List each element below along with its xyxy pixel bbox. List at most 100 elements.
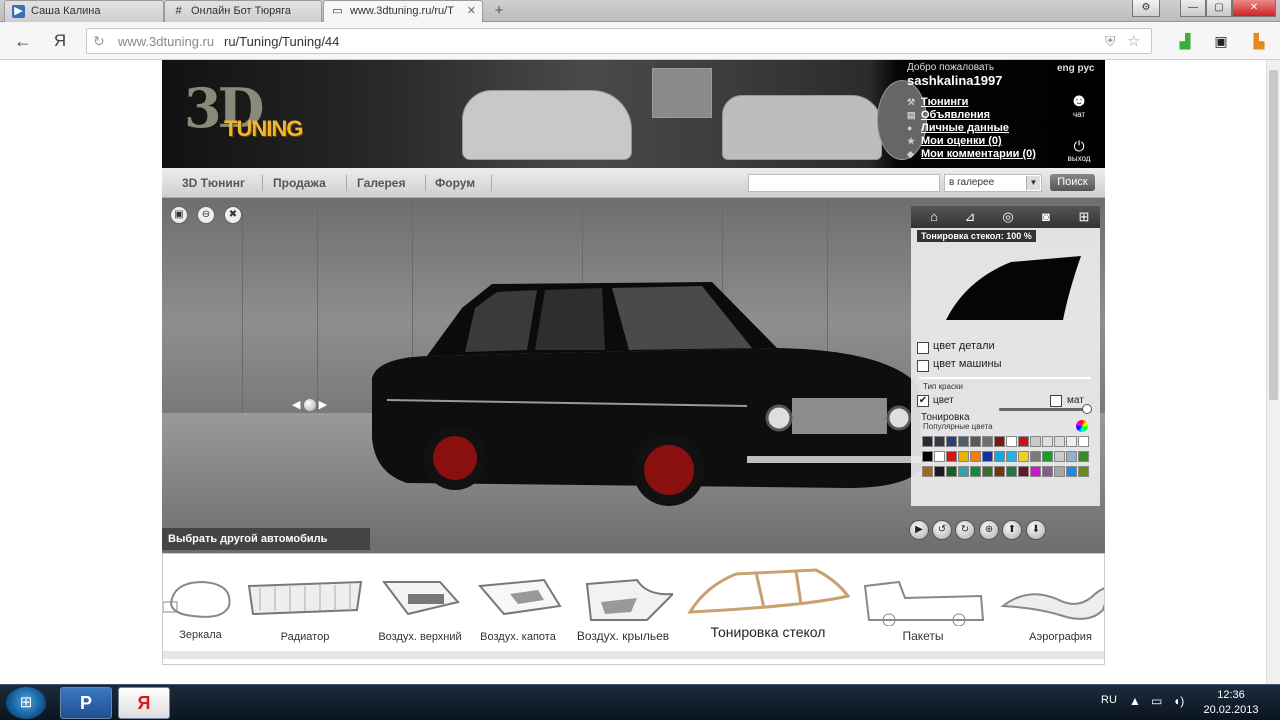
minus-circle-icon[interactable]: ⊖: [197, 206, 215, 224]
arrow-up-icon[interactable]: ▲: [1129, 694, 1141, 708]
user-menu-item-ads[interactable]: ▤ Объявления: [907, 109, 1036, 122]
color-swatch[interactable]: [1078, 451, 1089, 462]
shield-icon[interactable]: ⛨: [1105, 33, 1116, 50]
color-swatch[interactable]: [1030, 451, 1041, 462]
car-color-checkbox[interactable]: [917, 360, 929, 372]
matte-checkbox[interactable]: [1050, 395, 1062, 407]
taskbar-app-p[interactable]: P: [60, 687, 112, 719]
color-swatch[interactable]: [1018, 466, 1029, 477]
color-swatch[interactable]: [1042, 466, 1053, 477]
back-arrow-icon[interactable]: ←: [12, 30, 34, 52]
user-menu-item-tunings[interactable]: ⚒ Тюнинги: [907, 96, 1036, 109]
rotate-control[interactable]: ◀ ▶: [292, 398, 327, 412]
color-swatch[interactable]: [1042, 436, 1053, 447]
page-scrollbar[interactable]: [1266, 60, 1280, 684]
color-swatch[interactable]: [934, 436, 945, 447]
user-menu-item-ratings[interactable]: ★ Мои оценки (0): [907, 135, 1036, 148]
color-swatch[interactable]: [934, 466, 945, 477]
measure-icon[interactable]: ⊿: [961, 209, 979, 225]
color-swatch[interactable]: [922, 451, 933, 462]
user-menu-item-comments[interactable]: ◆ Мои комментарии (0): [907, 148, 1036, 161]
bag-icon[interactable]: ▙: [1250, 32, 1268, 50]
color-wheel-icon[interactable]: [1076, 420, 1088, 432]
part-fender-air-intake[interactable]: Воздух. крыльев: [568, 564, 678, 656]
yandex-icon[interactable]: Я: [50, 30, 70, 52]
windows-start-button[interactable]: ⊞: [6, 687, 46, 719]
carousel-track[interactable]: [163, 651, 1104, 659]
close-tab-icon[interactable]: ✕: [467, 1, 476, 21]
color-swatch[interactable]: [1078, 466, 1089, 477]
clock-time[interactable]: 12:36: [1205, 689, 1257, 701]
color-swatch[interactable]: [970, 466, 981, 477]
nav-item-3d-tuning[interactable]: 3D Тюнинг: [182, 168, 245, 198]
home-icon[interactable]: ⌂: [925, 209, 943, 225]
color-swatch[interactable]: [958, 436, 969, 447]
color-swatch[interactable]: [946, 451, 957, 462]
color-swatch[interactable]: [1066, 466, 1077, 477]
tab-online-bot[interactable]: # Онлайн Бот Тюряга: [164, 0, 322, 22]
input-language[interactable]: RU: [1101, 694, 1117, 706]
play-icon[interactable]: ▶: [909, 520, 929, 540]
rotate-right-icon[interactable]: ↻: [955, 520, 975, 540]
search-scope-select[interactable]: в галерее ▼: [944, 174, 1042, 192]
logout-button[interactable]: ⏻ выход: [1062, 138, 1096, 163]
color-swatch[interactable]: [994, 466, 1005, 477]
nav-item-sale[interactable]: Продажа: [273, 168, 326, 198]
language-switch[interactable]: eng рус: [1057, 63, 1094, 74]
tab-sasha-kalina[interactable]: ▶ Саша Калина: [4, 0, 164, 22]
color-swatch[interactable]: [1054, 436, 1065, 447]
tab-3dtuning[interactable]: ▭ www.3dtuning.ru/ru/T ✕: [323, 0, 483, 23]
camera-icon[interactable]: ▣: [1212, 32, 1230, 50]
minimize-button[interactable]: —: [1180, 0, 1206, 17]
color-swatch[interactable]: [958, 466, 969, 477]
download-icon[interactable]: ⬇: [1026, 520, 1046, 540]
tools-icon[interactable]: ✖: [224, 206, 242, 224]
scrollbar-thumb[interactable]: [1269, 70, 1278, 400]
bookmark-star-icon[interactable]: ☆: [1127, 32, 1140, 50]
part-mirrors[interactable]: Зеркала: [163, 564, 248, 656]
color-swatch[interactable]: [946, 436, 957, 447]
steering-wheel-icon[interactable]: ◎: [999, 209, 1017, 225]
lock-icon[interactable]: ⊕: [979, 520, 999, 540]
toning-slider[interactable]: [999, 404, 1092, 414]
rotate-left-icon[interactable]: ↺: [932, 520, 952, 540]
color-swatch[interactable]: [1030, 466, 1041, 477]
choose-other-car-link[interactable]: Выбрать другой автомобиль: [162, 528, 370, 550]
taskbar-app-yandex[interactable]: Я: [118, 687, 170, 719]
color-swatch[interactable]: [1054, 451, 1065, 462]
volume-icon[interactable]: ◖): [1173, 694, 1184, 708]
address-bar[interactable]: ↻ www.3dtuning.ru ru/Tuning/Tuning/44 ⛨ …: [86, 28, 1152, 54]
user-menu-item-personal[interactable]: ● Личные данные: [907, 122, 1036, 135]
search-input[interactable]: [748, 174, 940, 192]
upload-icon[interactable]: ⬆: [1002, 520, 1022, 540]
settings-icon[interactable]: ⚙: [1132, 0, 1160, 17]
color-swatch[interactable]: [922, 466, 933, 477]
color-swatch[interactable]: [1018, 436, 1029, 447]
color-swatch[interactable]: [982, 451, 993, 462]
color-swatch[interactable]: [982, 466, 993, 477]
color-swatch[interactable]: [922, 436, 933, 447]
color-swatch[interactable]: [1078, 436, 1089, 447]
color-swatch[interactable]: [970, 436, 981, 447]
color-swatch[interactable]: [934, 451, 945, 462]
color-swatch[interactable]: [958, 451, 969, 462]
color-swatch[interactable]: [1042, 451, 1053, 462]
color-swatch[interactable]: [1006, 451, 1017, 462]
car-3d-viewer[interactable]: ▣ ⊖ ✖ ◀ ▶ Выбрать другой автомобиль ⌂ ⊿ …: [162, 198, 1105, 553]
signal-icon[interactable]: ▟: [1176, 32, 1194, 50]
search-button[interactable]: Поиск: [1050, 174, 1095, 191]
color-swatch[interactable]: [970, 451, 981, 462]
nav-item-forum[interactable]: Форум: [435, 168, 475, 198]
color-swatch[interactable]: [1030, 436, 1041, 447]
clock-date[interactable]: 20.02.2013: [1200, 704, 1262, 716]
color-swatch[interactable]: [1018, 451, 1029, 462]
network-icon[interactable]: ▭: [1151, 694, 1162, 708]
part-radiator[interactable]: Радиатор: [245, 564, 365, 656]
maximize-button[interactable]: ▢: [1206, 0, 1232, 17]
reload-icon[interactable]: ↻: [93, 33, 109, 49]
chat-button[interactable]: ☻ чат: [1064, 90, 1094, 119]
color-swatch[interactable]: [1054, 466, 1065, 477]
toning-slider-knob[interactable]: [1082, 404, 1092, 414]
color-swatch[interactable]: [946, 466, 957, 477]
color-swatch[interactable]: [1006, 436, 1017, 447]
